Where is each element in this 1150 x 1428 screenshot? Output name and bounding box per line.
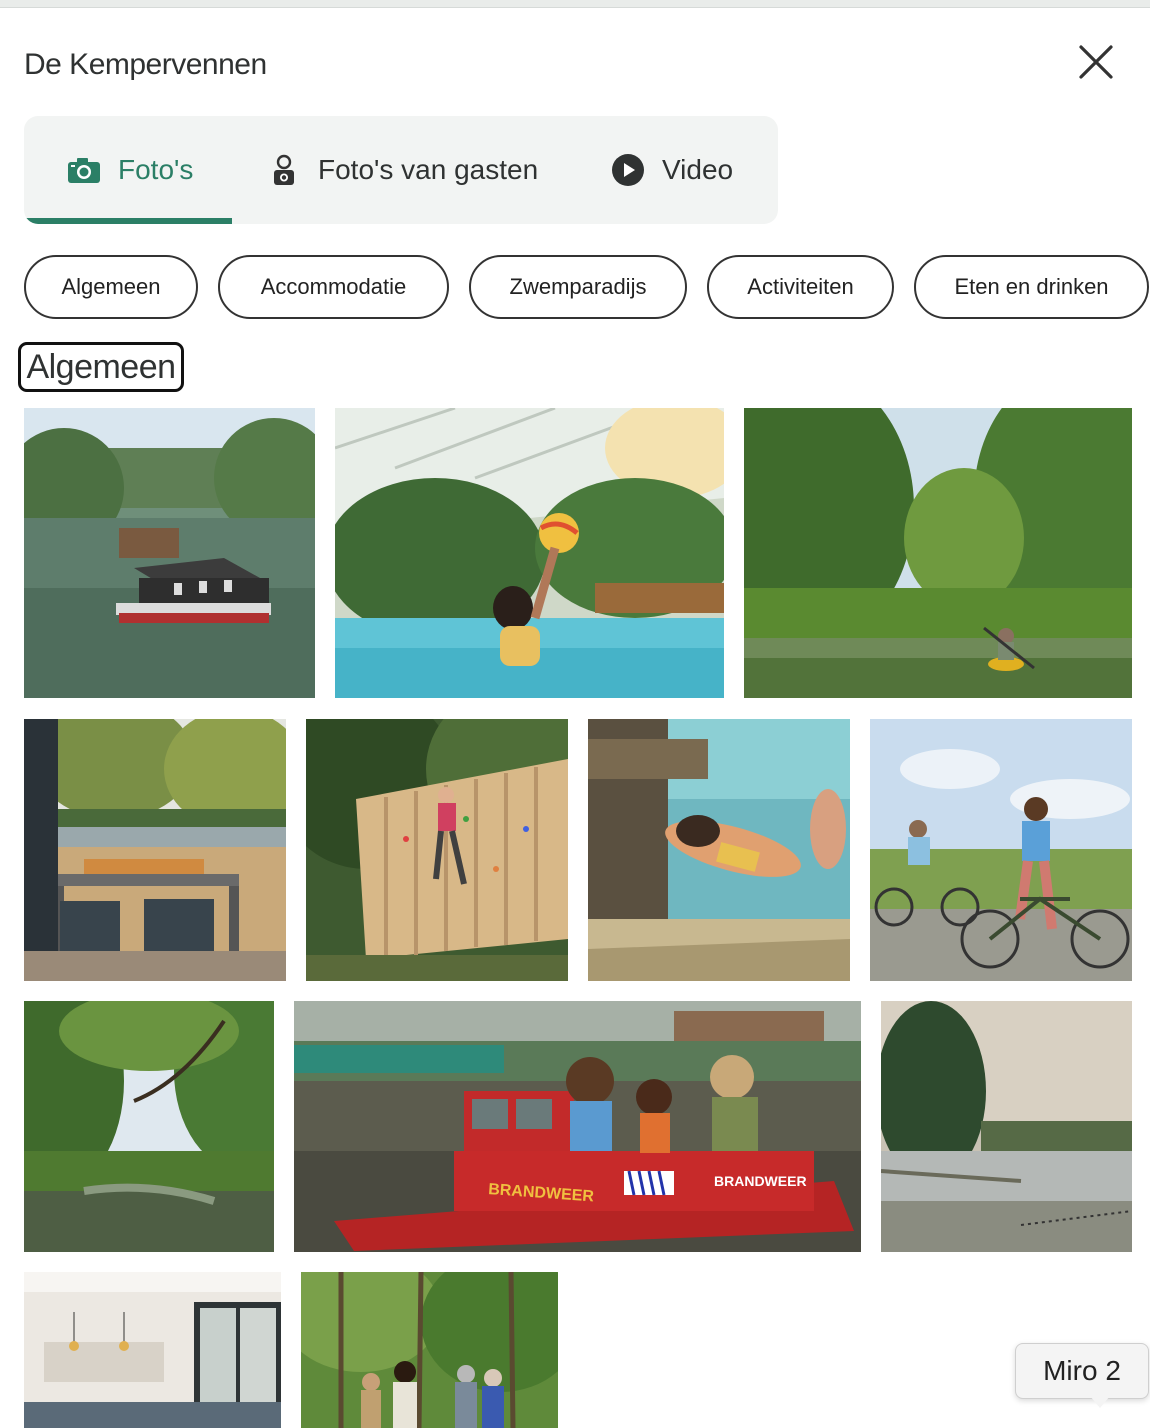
tab-video-label: Video — [662, 154, 734, 185]
photo-lake-pine[interactable] — [881, 1001, 1132, 1252]
photo-cyclists[interactable] — [870, 719, 1132, 981]
tooltip-label: Miro 2 — [1043, 1355, 1121, 1386]
browser-top-strip — [0, 0, 1150, 8]
camera-icon — [66, 152, 102, 188]
photo-forest-walk[interactable] — [301, 1272, 558, 1428]
photo-pool-girl[interactable] — [335, 408, 724, 698]
filter-eten-en-drinken[interactable]: Eten en drinken — [914, 255, 1149, 319]
modal-title: De Kempervennen — [24, 48, 267, 81]
photo-creek-canopy[interactable] — [24, 1001, 274, 1252]
photo-terrace-lake[interactable] — [24, 719, 286, 981]
miro-tooltip: Miro 2 — [1015, 1343, 1149, 1408]
photo-houseboat[interactable] — [24, 408, 315, 698]
tab-photos-label: Foto's — [118, 154, 194, 185]
tab-guest-photos[interactable]: Foto's van gasten — [266, 116, 538, 224]
photo-brandweer-boat[interactable]: BRANDWEER BRANDWEER — [294, 1001, 861, 1252]
active-tab-indicator — [24, 218, 232, 224]
play-icon — [610, 152, 646, 188]
photo-kayak-river[interactable] — [744, 408, 1132, 698]
photo-underwater-swim[interactable] — [588, 719, 850, 981]
tooltip-pointer — [1090, 1396, 1110, 1408]
filter-activiteiten[interactable]: Activiteiten — [707, 255, 894, 319]
section-heading: Algemeen — [18, 342, 184, 392]
photo-cottage-interior[interactable] — [24, 1272, 281, 1428]
boat-text-right: BRANDWEER — [714, 1173, 807, 1189]
photo-climbing-wall[interactable] — [306, 719, 568, 981]
tab-guest-photos-label: Foto's van gasten — [318, 154, 539, 185]
filter-algemeen[interactable]: Algemeen — [24, 255, 198, 319]
close-icon[interactable] — [1074, 40, 1118, 84]
filter-accommodatie[interactable]: Accommodatie — [218, 255, 449, 319]
guest-camera-icon — [266, 152, 302, 188]
tab-video[interactable]: Video — [610, 116, 733, 224]
filter-zwemparadijs[interactable]: Zwemparadijs — [469, 255, 687, 319]
tab-photos[interactable]: Foto's — [66, 116, 193, 224]
media-tabs: Foto's Foto's van gasten Video — [24, 116, 778, 224]
